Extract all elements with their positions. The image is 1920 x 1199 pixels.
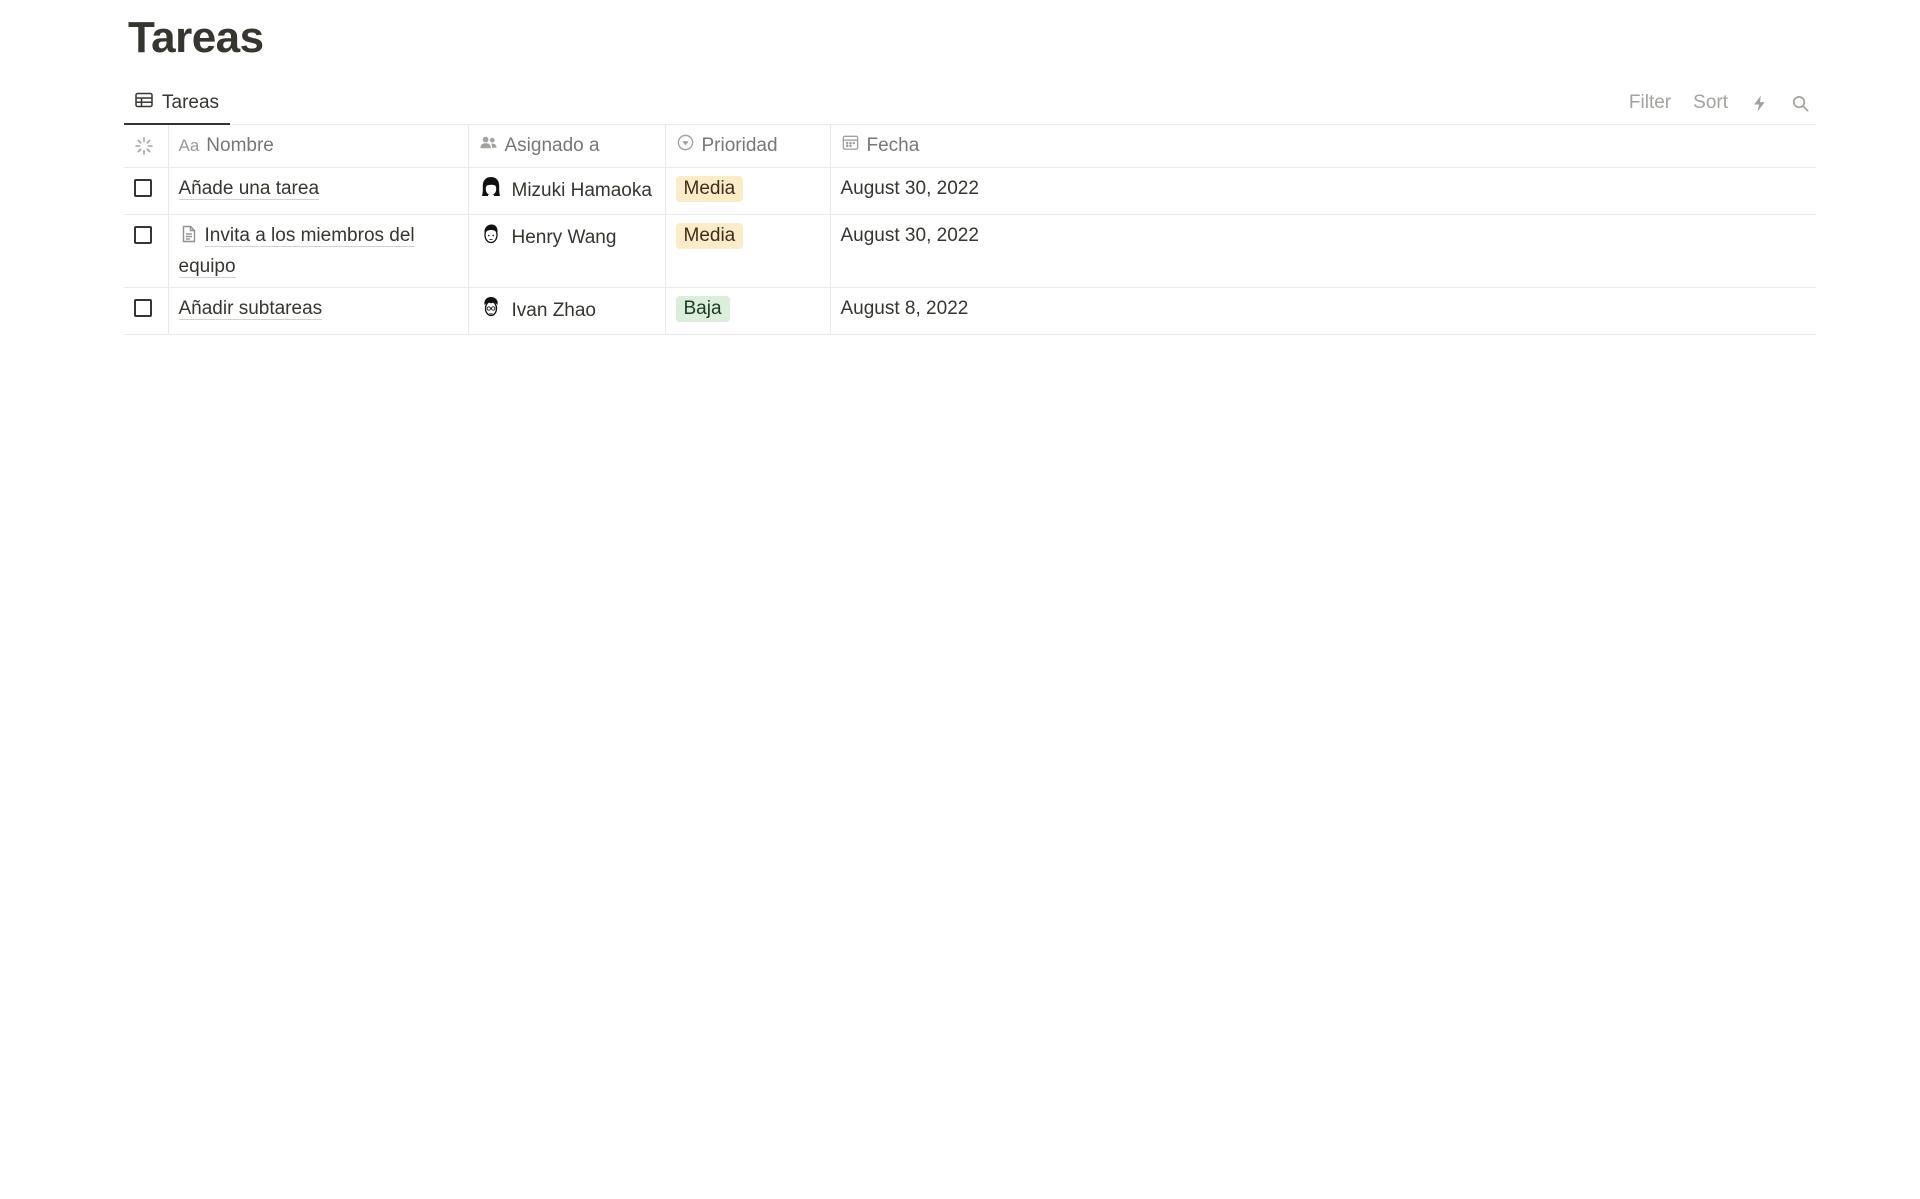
- task-date: August 30, 2022: [840, 177, 979, 199]
- avatar: [479, 175, 503, 208]
- name-cell[interactable]: Añade una tarea: [168, 167, 469, 215]
- table-row[interactable]: Añade una tarea Mizuki Hamaoka Media Aug…: [124, 167, 1816, 215]
- tab-label: Tareas: [162, 92, 220, 113]
- priority-tag: Media: [675, 175, 744, 202]
- calendar-icon: [841, 133, 860, 158]
- text-property-icon: Aa: [178, 135, 200, 155]
- done-checkbox[interactable]: [134, 298, 152, 317]
- task-name[interactable]: Invita a los miembros del equipo: [178, 224, 415, 278]
- view-bar: Tareas Filter Sort: [124, 82, 1816, 125]
- column-date-label: Fecha: [866, 134, 920, 156]
- table-row[interactable]: Añadir subtareas Ivan Zhao Baja August 8…: [124, 287, 1816, 335]
- lightning-icon[interactable]: [1750, 94, 1769, 113]
- task-date: August 8, 2022: [840, 297, 969, 319]
- task-name[interactable]: Añade una tarea: [178, 177, 320, 200]
- priority-tag: Baja: [675, 295, 730, 322]
- status-loading-icon: [134, 135, 154, 156]
- column-date-header[interactable]: Fecha: [830, 125, 1816, 168]
- table-row[interactable]: Invita a los miembros del equipo Henry W…: [124, 214, 1816, 288]
- date-cell[interactable]: August 30, 2022: [830, 167, 1816, 215]
- view-tools: Filter Sort: [1629, 82, 1810, 124]
- column-name-label: Nombre: [206, 134, 274, 156]
- table-icon: [134, 90, 154, 116]
- avatar: [479, 222, 503, 255]
- task-date: August 30, 2022: [840, 224, 979, 246]
- name-cell[interactable]: Añadir subtareas: [168, 287, 469, 335]
- column-done-header[interactable]: [124, 125, 169, 168]
- name-cell[interactable]: Invita a los miembros del equipo: [168, 214, 469, 288]
- tasks-table: Aa Nombre Asignado a Prioridad Fecha Aña…: [124, 125, 1816, 335]
- page-title: Tareas: [128, 13, 264, 62]
- done-checkbox[interactable]: [134, 178, 152, 197]
- done-checkbox[interactable]: [134, 225, 152, 244]
- table-header-row: Aa Nombre Asignado a Prioridad Fecha: [124, 125, 1816, 168]
- assignee-name: Ivan Zhao: [511, 300, 597, 321]
- assignee-name: Henry Wang: [511, 227, 617, 248]
- tab-tareas[interactable]: Tareas: [124, 83, 231, 125]
- select-icon: [676, 133, 695, 158]
- column-assignee-label: Asignado a: [504, 134, 600, 156]
- column-name-header[interactable]: Aa Nombre: [168, 125, 469, 168]
- priority-cell[interactable]: Media: [665, 167, 831, 215]
- assignee-cell[interactable]: Henry Wang: [468, 214, 666, 288]
- avatar: [479, 295, 503, 328]
- filter-button[interactable]: Filter: [1629, 92, 1671, 114]
- priority-tag: Media: [675, 222, 744, 249]
- assignee-cell[interactable]: Ivan Zhao: [468, 287, 666, 335]
- assignee-name: Mizuki Hamaoka: [511, 180, 652, 201]
- done-cell: [124, 214, 169, 288]
- search-icon[interactable]: [1791, 94, 1810, 113]
- task-name[interactable]: Añadir subtareas: [178, 297, 323, 320]
- done-cell: [124, 167, 169, 215]
- date-cell[interactable]: August 8, 2022: [830, 287, 1816, 335]
- column-priority-header[interactable]: Prioridad: [665, 125, 831, 168]
- priority-cell[interactable]: Media: [665, 214, 831, 288]
- column-priority-label: Prioridad: [701, 134, 778, 156]
- document-icon: [179, 224, 199, 253]
- sort-button[interactable]: Sort: [1693, 92, 1728, 114]
- assignee-cell[interactable]: Mizuki Hamaoka: [468, 167, 666, 215]
- people-icon: [479, 133, 498, 158]
- date-cell[interactable]: August 30, 2022: [830, 214, 1816, 288]
- priority-cell[interactable]: Baja: [665, 287, 831, 335]
- page: Tareas Tareas Filter Sort Aa Nombre Asig…: [124, 0, 1816, 335]
- column-assignee-header[interactable]: Asignado a: [468, 125, 666, 168]
- done-cell: [124, 287, 169, 335]
